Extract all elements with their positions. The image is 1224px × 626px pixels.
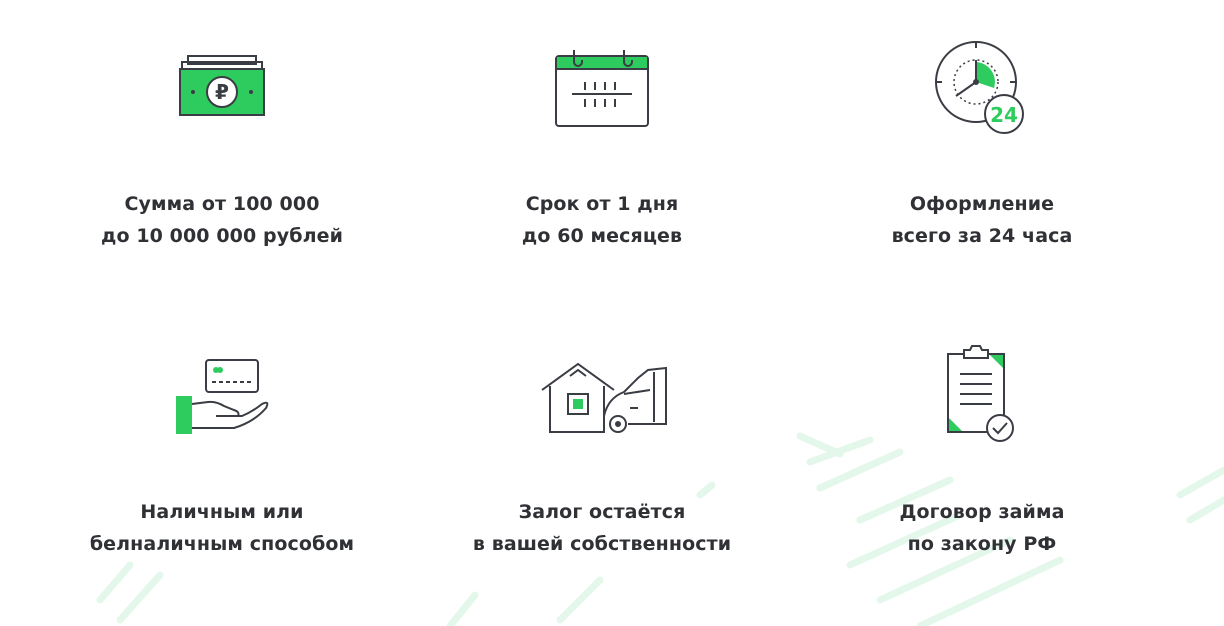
feature-caption: Залог остаётся в вашей собственности xyxy=(432,496,772,560)
feature-caption: Договор займа по закону РФ xyxy=(812,496,1152,560)
feature-caption: Оформление всего за 24 часа xyxy=(812,188,1152,252)
caption-line-1: Сумма от 100 000 xyxy=(124,193,320,215)
feature-caption: Сумма от 100 000 до 10 000 000 рублей xyxy=(52,188,392,252)
feature-caption: Наличным или белналичным способом xyxy=(52,496,392,560)
ruble-banknote-icon: ₽ xyxy=(179,55,265,116)
caption-line-1: Срок от 1 дня xyxy=(525,193,679,215)
clock-24-icon: 24 xyxy=(935,41,1024,134)
caption-line-1: Залог остаётся xyxy=(518,501,686,523)
caption-line-1: Оформление xyxy=(909,193,1055,215)
house-and-car-icon xyxy=(541,362,667,433)
caption-line-1: Договор займа xyxy=(899,501,1065,523)
caption-line-2: до 60 месяцев xyxy=(521,225,683,247)
caption-line-2: до 10 000 000 рублей xyxy=(101,225,343,247)
caption-line-2: в вашей собственности xyxy=(472,533,732,555)
caption-line-1: Наличным или xyxy=(140,501,304,523)
caption-line-2: по закону РФ xyxy=(907,533,1057,555)
svg-text:₽: ₽ xyxy=(215,80,229,104)
clock-badge-number: 24 xyxy=(990,103,1018,127)
calendar-icon xyxy=(555,50,649,127)
caption-line-2: всего за 24 часа xyxy=(891,225,1073,247)
card-in-hand-icon xyxy=(176,359,269,434)
contract-checked-icon xyxy=(947,345,1014,442)
caption-line-2: белналичным способом xyxy=(89,533,355,555)
feature-caption: Срок от 1 дня до 60 месяцев xyxy=(432,188,772,252)
